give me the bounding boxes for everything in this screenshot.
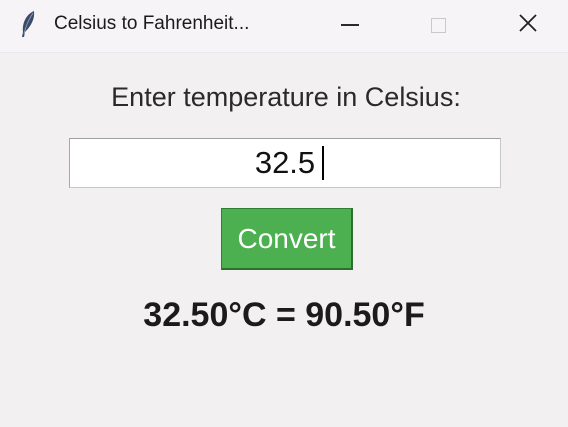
window-title: Celsius to Fahrenheit...	[54, 13, 250, 34]
celsius-prompt-label: Enter temperature in Celsius:	[111, 82, 461, 112]
text-caret	[322, 146, 324, 180]
maximize-button[interactable]	[418, 8, 458, 42]
feather-icon	[18, 10, 38, 38]
conversion-result: 32.50°C = 90.50°F	[143, 296, 425, 334]
close-button[interactable]	[508, 8, 548, 42]
app-window: Celsius to Fahrenheit... Enter temperatu…	[0, 0, 568, 427]
title-bar[interactable]: Celsius to Fahrenheit...	[0, 0, 568, 53]
maximize-icon	[430, 17, 446, 33]
minimize-button[interactable]	[330, 8, 370, 42]
minimize-icon	[341, 24, 359, 26]
convert-button[interactable]: Convert	[221, 208, 353, 270]
celsius-input[interactable]	[69, 138, 501, 188]
close-icon	[518, 13, 538, 38]
